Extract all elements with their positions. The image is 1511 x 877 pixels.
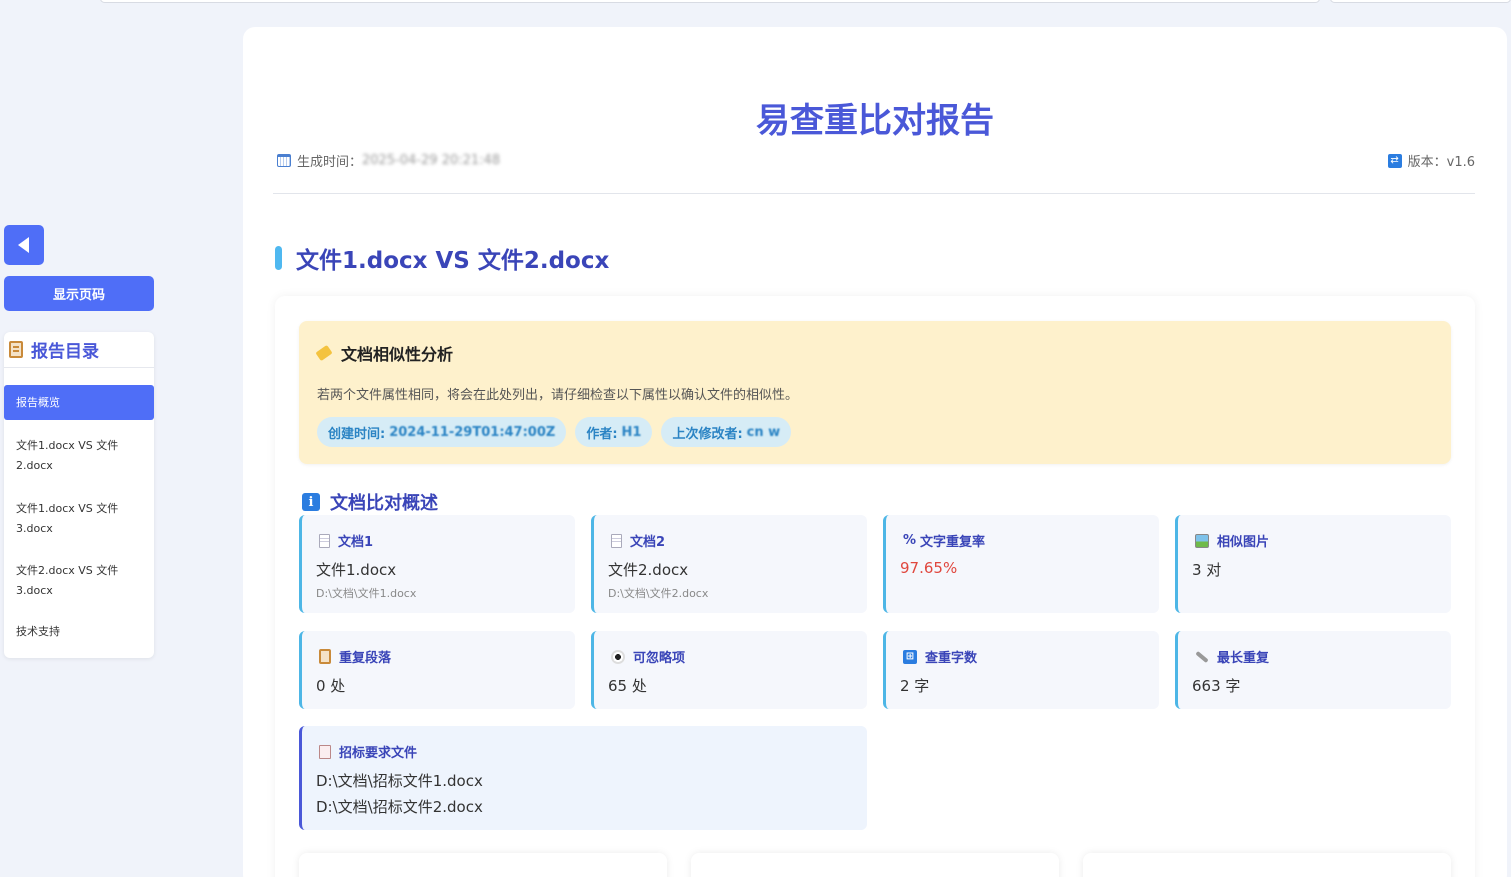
toc-item-compare-1-3[interactable]: 文件1.docx VS 文件3.docx [4,499,154,539]
similarity-title: 文档相似性分析 [341,345,454,364]
stat-value: 文件1.docx [316,561,397,579]
similarity-analysis-box: 文档相似性分析 若两个文件属性相同，将会在此处列出，请仔细检查以下属性以确认文件… [299,321,1451,464]
collapse-sidebar-button[interactable] [4,225,44,265]
ruler-icon [1195,650,1209,664]
requirement-file: D:\文档\招标文件2.docx [316,798,483,816]
version-label: 版本：v1.6 [1407,155,1475,170]
pill-label: 作者: [586,426,618,442]
pill-author: 作者: H1 [575,417,653,447]
pill-value: 2024-11-29T01:47:00Z [389,424,556,440]
report-container: 易查重比对报告 生成时间： 2025-04-29 20:21:48 ⇄ 版本：v… [243,27,1507,877]
version-info: ⇄ 版本：v1.6 [1387,151,1475,170]
picture-icon [1195,533,1209,548]
toc-item-overview[interactable]: 报告概览 [4,385,154,420]
stat-path: D:\文档\文件1.docx [316,587,417,600]
pill-last-modified-by: 上次修改者: cn w [661,417,792,447]
stat-value: 文件2.docx [608,561,689,579]
detail-card [299,853,667,877]
generated-label: 生成时间： [297,155,363,170]
table-of-contents: 报告目录 报告概览 文件1.docx VS 文件2.docx 文件1.docx … [4,332,154,658]
toc-item-compare-2-3[interactable]: 文件2.docx VS 文件3.docx [4,561,154,601]
stat-document-2: 文档2 文件2.docx D:\文档\文件2.docx [591,515,867,613]
detail-card [1083,853,1451,877]
eye-icon [611,649,625,664]
stat-document-1: 文档1 文件1.docx D:\文档\文件1.docx [299,515,575,613]
pill-value: H1 [621,424,642,440]
pill-value: cn w [746,424,781,440]
similarity-pills: 创建时间: 2024-11-29T01:47:00Z 作者: H1 上次修改者:… [317,417,792,447]
requirement-label: 招标要求文件 [339,746,418,761]
triangle-left-icon [17,237,29,253]
stat-label: 最长重复 [1217,651,1270,666]
stat-label: 重复段落 [339,651,392,666]
stat-label: 可忽略项 [633,651,686,666]
overview-title: i 文档比对概述 [302,489,438,515]
similarity-header: 文档相似性分析 [315,341,454,365]
stat-ignorable-items: 可忽略项 65 处 [591,631,867,709]
comparison-title: 文件1.docx VS 文件2.docx [296,248,610,274]
stat-text-duplication-rate: % 文字重复率 97.65% [883,515,1159,613]
show-page-number-button[interactable]: 显示页码 [4,276,154,311]
document-icon [611,533,622,548]
stat-value: 3 对 [1192,561,1222,579]
pill-created-time: 创建时间: 2024-11-29T01:47:00Z [317,417,567,447]
generated-value: 2025-04-29 20:21:48 [362,153,501,168]
generated-time: 生成时间： 2025-04-29 20:21:48 [277,151,500,170]
stat-label: 文字重复率 [920,535,986,550]
clipboard-icon [9,341,23,358]
comparison-section-title: 文件1.docx VS 文件2.docx [275,241,609,275]
stat-path: D:\文档\文件2.docx [608,587,709,600]
memo-icon [319,744,331,759]
tag-icon [315,344,333,362]
calendar-icon [277,154,291,167]
stat-value: 65 处 [608,677,647,695]
shuffle-icon: ⇄ [1387,153,1402,168]
document-icon [319,533,330,548]
stat-label: 文档1 [338,535,374,550]
stat-label: 文档2 [630,535,666,550]
tender-requirement-files: 招标要求文件 D:\文档\招标文件1.docx D:\文档\招标文件2.docx [299,726,867,830]
stat-label: 相似图片 [1217,535,1270,550]
detail-card [691,853,1059,877]
clipboard-icon [319,649,331,664]
section-accent-bar [275,246,282,270]
stat-duplicate-paragraphs: 重复段落 0 处 [299,631,575,709]
percent-icon: % [903,533,917,548]
toc-title: 报告目录 [31,342,99,362]
stat-value: 663 字 [1192,677,1241,695]
calculator-icon: ⊞ [903,649,917,664]
pill-label: 上次修改者: [672,426,743,442]
browser-toolbar-area [1330,0,1511,3]
requirement-file: D:\文档\招标文件1.docx [316,772,483,790]
toc-header: 报告目录 [4,332,154,368]
stat-value: 2 字 [900,677,930,695]
pill-label: 创建时间: [328,426,386,442]
toc-item-compare-1-2[interactable]: 文件1.docx VS 文件2.docx [4,436,154,476]
report-title: 易查重比对报告 [756,101,994,141]
toc-item-tech-support[interactable]: 技术支持 [4,622,154,642]
similarity-description: 若两个文件属性相同，将会在此处列出，请仔细检查以下属性以确认文件的相似性。 [317,388,799,403]
divider [273,193,1475,194]
stat-value: 0 处 [316,677,346,695]
comparison-card: 文档相似性分析 若两个文件属性相同，将会在此处列出，请仔细检查以下属性以确认文件… [275,296,1475,877]
stat-similar-images: 相似图片 3 对 [1175,515,1451,613]
overview-title-text: 文档比对概述 [330,493,438,514]
stat-longest-duplicate: 最长重复 663 字 [1175,631,1451,709]
stat-checked-word-count: ⊞ 查重字数 2 字 [883,631,1159,709]
stat-value: 97.65% [900,559,958,577]
browser-address-bar[interactable] [100,0,1320,3]
stat-label: 查重字数 [925,651,978,666]
info-icon: i [302,493,320,511]
